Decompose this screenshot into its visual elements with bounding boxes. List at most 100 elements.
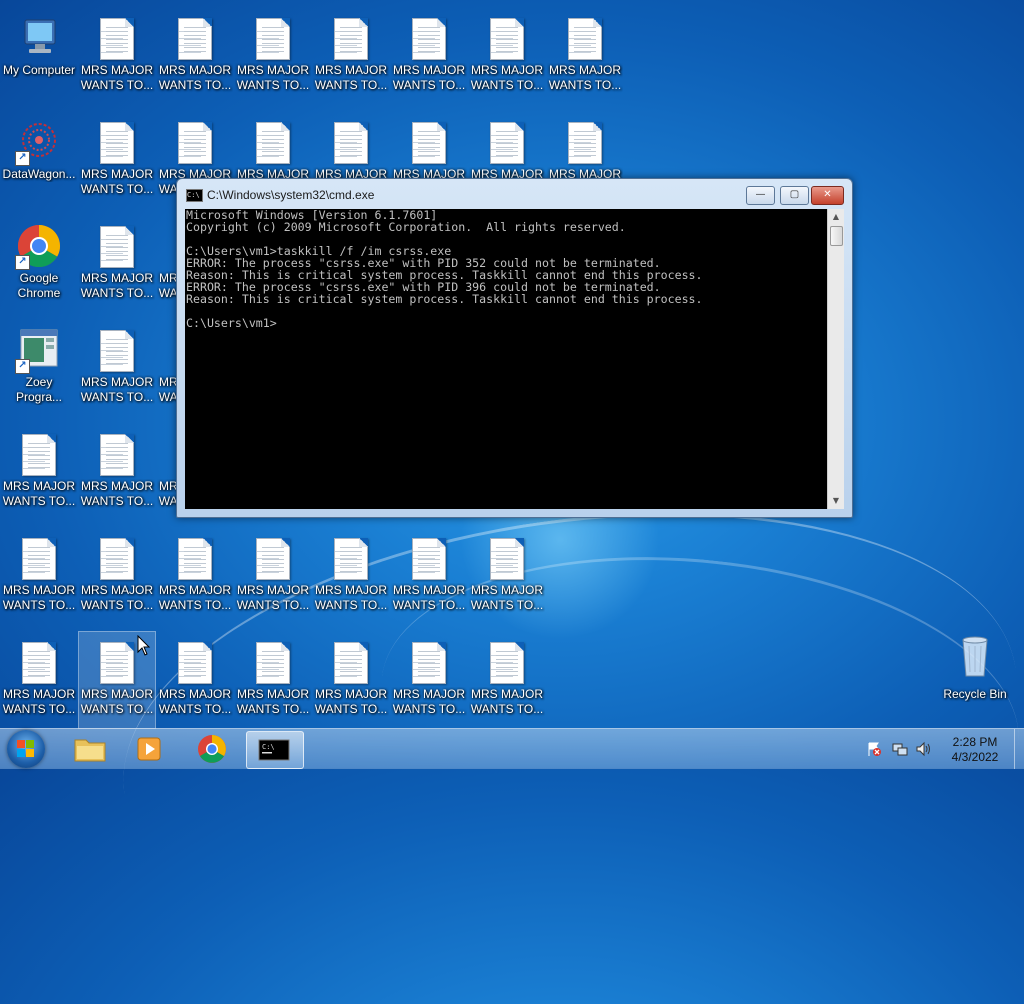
- taskbar-cmd-button[interactable]: C:\: [246, 731, 304, 769]
- document-file-icon-item[interactable]: MRS MAJORWANTS TO...: [313, 528, 389, 624]
- taskbar-explorer-button[interactable]: [62, 731, 118, 767]
- document-file-icon-item[interactable]: MRS MAJORWANTS TO...: [79, 424, 155, 520]
- icon-label: My Computer: [2, 63, 76, 77]
- show-desktop-button[interactable]: [1014, 729, 1024, 769]
- document-file-icon-item[interactable]: MRS MAJORWANTS TO...: [235, 632, 311, 728]
- document-file-icon-item[interactable]: MRS MAJORWANTS TO...: [235, 8, 311, 104]
- document-file-icon-item[interactable]: MRS MAJORWANTS TO...: [1, 632, 77, 728]
- datawagon-shortcut[interactable]: ↗ DataWagon...: [1, 112, 77, 208]
- close-button[interactable]: ✕: [811, 186, 844, 205]
- action-center-flag-icon[interactable]: [866, 741, 882, 757]
- document-file-icon-item[interactable]: MRS MAJORWANTS TO...: [391, 632, 467, 728]
- recycle-bin-icon: [951, 632, 999, 680]
- zoey-program-shortcut[interactable]: ↗ Zoey Progra...: [1, 320, 77, 416]
- start-button[interactable]: [7, 730, 45, 768]
- maximize-button[interactable]: ▢: [780, 186, 809, 205]
- icon-label: WANTS TO...: [158, 702, 232, 716]
- document-file-icon-item[interactable]: MRS MAJORWANTS TO...: [1, 528, 77, 624]
- document-file-icon-item[interactable]: MRS MAJORWANTS TO...: [1, 424, 77, 520]
- taskbar-media-player-button[interactable]: [122, 731, 178, 767]
- scroll-thumb[interactable]: [830, 226, 843, 246]
- taskbar-chrome-button[interactable]: [184, 731, 240, 767]
- icon-label: WANTS TO...: [470, 702, 544, 716]
- document-file-icon-item[interactable]: MRS MAJORWANTS TO...: [313, 632, 389, 728]
- document-file-icon-item[interactable]: MRS MAJORWANTS TO...: [79, 112, 155, 208]
- vertical-scrollbar[interactable]: ▲ ▼: [827, 209, 844, 509]
- document-file-icon-item[interactable]: MRS MAJORWANTS TO...: [157, 632, 233, 728]
- text-document-icon: [483, 118, 531, 166]
- text-document-icon: [93, 118, 141, 166]
- icon-label: DataWagon...: [2, 167, 76, 181]
- title-bar[interactable]: C:\ C:\Windows\system32\cmd.exe — ▢ ✕: [177, 179, 852, 209]
- icon-label: MRS MAJOR: [81, 375, 153, 389]
- icon-label: WANTS TO...: [2, 702, 76, 716]
- icon-label: MRS MAJOR: [81, 583, 153, 597]
- text-document-icon: [405, 638, 453, 686]
- cmd-window[interactable]: C:\ C:\Windows\system32\cmd.exe — ▢ ✕ Mi…: [176, 178, 853, 518]
- text-document-icon: [327, 534, 375, 582]
- program-icon: ↗: [15, 326, 63, 374]
- text-document-icon: [93, 222, 141, 270]
- folder-icon: [74, 739, 106, 762]
- my-computer-shortcut[interactable]: My Computer: [1, 8, 77, 104]
- shortcut-arrow-icon: ↗: [15, 151, 30, 166]
- computer-icon: [15, 14, 63, 62]
- document-file-icon-item[interactable]: MRS MAJORWANTS TO...: [79, 216, 155, 312]
- icon-label: MRS MAJOR: [3, 583, 75, 597]
- icon-label: MRS MAJOR: [237, 687, 309, 701]
- document-file-icon-item[interactable]: MRS MAJORWANTS TO...: [547, 8, 623, 104]
- text-document-icon: [483, 534, 531, 582]
- text-document-icon: [93, 430, 141, 478]
- document-file-icon-item[interactable]: MRS MAJORWANTS TO...: [313, 8, 389, 104]
- document-file-icon-item[interactable]: MRS MAJORWANTS TO...: [469, 632, 545, 728]
- icon-label: WANTS TO...: [314, 78, 388, 92]
- text-document-icon: [15, 534, 63, 582]
- console-output[interactable]: Microsoft Windows [Version 6.1.7601] Cop…: [185, 209, 827, 509]
- icon-label: Chrome: [17, 286, 61, 300]
- document-file-icon-item[interactable]: MRS MAJORWANTS TO...: [235, 528, 311, 624]
- scroll-up-arrow-icon[interactable]: ▲: [828, 209, 844, 225]
- icon-label: MRS MAJOR: [159, 583, 231, 597]
- document-file-icon-item[interactable]: MRS MAJORWANTS TO...: [157, 528, 233, 624]
- icon-label: MRS MAJOR: [471, 687, 543, 701]
- text-document-icon: [15, 430, 63, 478]
- text-document-icon: [249, 534, 297, 582]
- icon-label: Recycle Bin: [943, 687, 1007, 701]
- icon-label: MRS MAJOR: [81, 271, 153, 285]
- icon-label: WANTS TO...: [158, 78, 232, 92]
- document-file-icon-item[interactable]: MRS MAJORWANTS TO...: [391, 528, 467, 624]
- icon-label: WANTS TO...: [236, 702, 310, 716]
- text-document-icon: [327, 118, 375, 166]
- cmd-icon: C:\: [258, 739, 290, 761]
- text-document-icon: [249, 118, 297, 166]
- icon-label: WANTS TO...: [80, 182, 154, 196]
- icon-label: WANTS TO...: [236, 78, 310, 92]
- document-file-icon-item[interactable]: MRS MAJORWANTS TO...: [469, 528, 545, 624]
- icon-label: WANTS TO...: [80, 286, 154, 300]
- icon-label: MRS MAJOR: [159, 63, 231, 77]
- taskbar: C:\ 2:28 PM 4/3/2022: [0, 728, 1024, 769]
- system-clock[interactable]: 2:28 PM 4/3/2022: [940, 735, 1010, 765]
- clock-date: 4/3/2022: [951, 750, 999, 764]
- document-file-icon-item[interactable]: MRS MAJORWANTS TO...: [391, 8, 467, 104]
- document-file-icon-item[interactable]: MRS MAJORWANTS TO...: [79, 528, 155, 624]
- icon-label: MRS MAJOR: [471, 63, 543, 77]
- minimize-button[interactable]: —: [746, 186, 775, 205]
- recycle-bin[interactable]: Recycle Bin: [937, 632, 1013, 728]
- icon-label: MRS MAJOR: [237, 583, 309, 597]
- document-file-icon-item[interactable]: MRS MAJORWANTS TO...: [157, 8, 233, 104]
- google-chrome-shortcut[interactable]: ↗ Google Chrome: [1, 216, 77, 312]
- icon-label: MRS MAJOR: [471, 583, 543, 597]
- scroll-down-arrow-icon[interactable]: ▼: [828, 493, 844, 509]
- icon-label: MRS MAJOR: [315, 687, 387, 701]
- text-document-icon: [483, 638, 531, 686]
- document-file-icon-item[interactable]: MRS MAJORWANTS TO...: [79, 8, 155, 104]
- network-icon[interactable]: [892, 741, 908, 757]
- volume-icon[interactable]: [915, 741, 933, 757]
- icon-label: WANTS TO...: [392, 598, 466, 612]
- document-file-icon-item[interactable]: MRS MAJORWANTS TO...: [79, 320, 155, 416]
- icon-label: Zoey: [25, 375, 53, 389]
- text-document-icon: [93, 326, 141, 374]
- text-document-icon: [171, 638, 219, 686]
- document-file-icon-item[interactable]: MRS MAJORWANTS TO...: [469, 8, 545, 104]
